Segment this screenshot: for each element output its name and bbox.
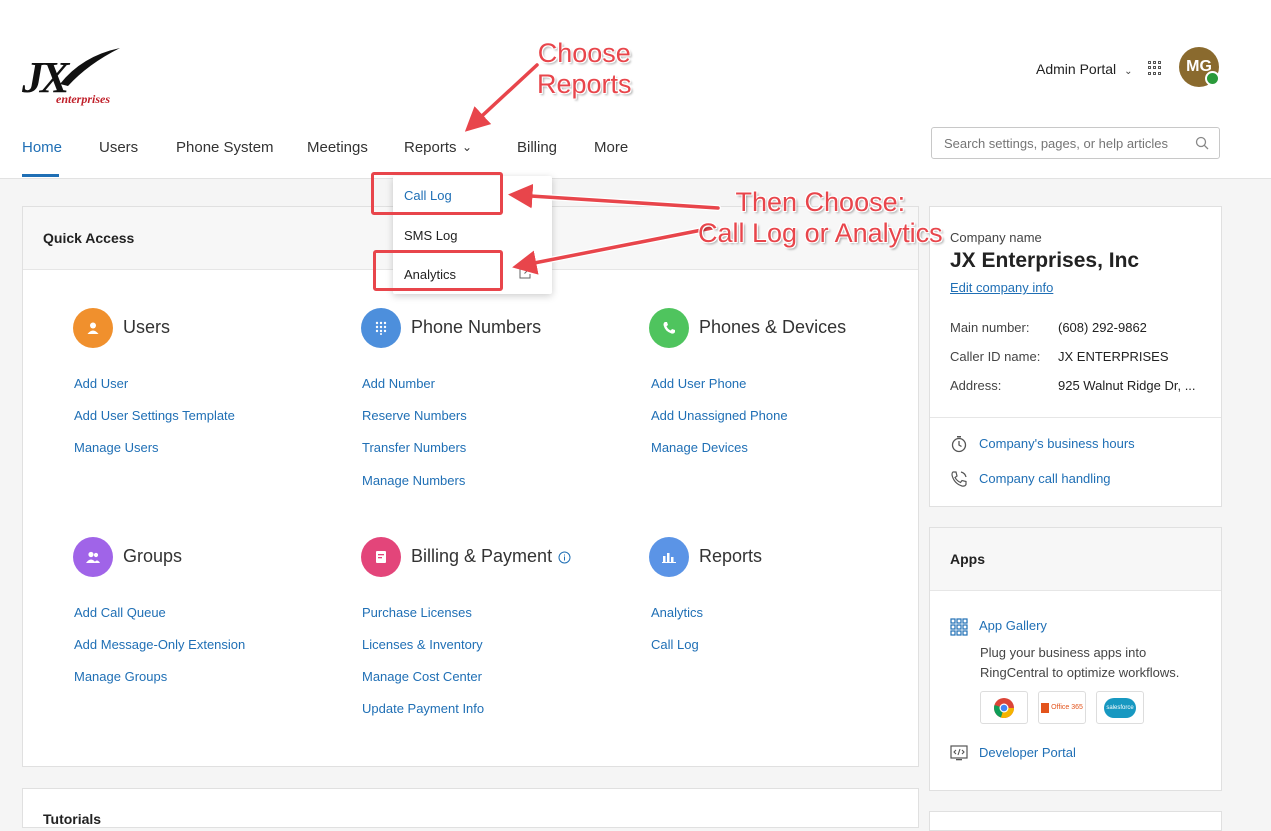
annotation-then-line2: Call Log or Analytics xyxy=(698,218,943,249)
company-card: Company name JX Enterprises, Inc Edit co… xyxy=(929,206,1222,507)
call-log-highlight-box xyxy=(371,172,503,215)
annotation-choose-reports: Choose Reports xyxy=(537,38,632,100)
link-add-call-queue[interactable]: Add Call Queue xyxy=(74,605,166,620)
link-update-payment-info[interactable]: Update Payment Info xyxy=(362,701,484,716)
annotation-then-choose: Then Choose: Call Log or Analytics xyxy=(698,187,943,249)
chevron-down-icon[interactable]: ⌄ xyxy=(462,140,472,154)
company-name: JX Enterprises, Inc xyxy=(950,249,1140,272)
company-name-label: Company name xyxy=(950,230,1042,245)
office365-tile-label: Office 365 xyxy=(1051,704,1083,711)
nav-users[interactable]: Users xyxy=(99,139,138,156)
link-transfer-numbers[interactable]: Transfer Numbers xyxy=(362,440,466,455)
call-handling-icon xyxy=(951,471,967,487)
apps-title: Apps xyxy=(950,551,985,567)
app-launcher-icon[interactable] xyxy=(1148,61,1162,75)
nav-meetings[interactable]: Meetings xyxy=(307,139,368,156)
link-purchase-licenses[interactable]: Purchase Licenses xyxy=(362,605,472,620)
developer-icon xyxy=(950,745,968,761)
phone-icon xyxy=(649,308,689,348)
online-status-icon xyxy=(1205,71,1220,86)
search-input[interactable] xyxy=(942,128,1186,158)
logo-subtext: enterprises xyxy=(56,92,110,106)
chrome-app-tile[interactable] xyxy=(980,691,1028,724)
link-add-user-settings-template[interactable]: Add User Settings Template xyxy=(74,408,235,423)
apps-description-line2: RingCentral to optimize workflows. xyxy=(980,665,1180,680)
apps-description-line1: Plug your business apps into xyxy=(980,645,1147,660)
nav-active-indicator xyxy=(22,174,59,177)
dialpad-icon xyxy=(361,308,401,348)
external-link-icon xyxy=(519,267,531,279)
quick-access-title: Quick Access xyxy=(43,230,135,246)
link-reserve-numbers[interactable]: Reserve Numbers xyxy=(362,408,467,423)
main-number-value: (608) 292-9862 xyxy=(1058,320,1147,335)
section-title-phone-numbers: Phone Numbers xyxy=(411,317,542,337)
developer-portal-link[interactable]: Developer Portal xyxy=(979,745,1076,760)
business-hours-link[interactable]: Company's business hours xyxy=(979,436,1135,451)
link-licenses-inventory[interactable]: Licenses & Inventory xyxy=(362,637,483,652)
admin-portal-label: Admin Portal xyxy=(1036,61,1117,77)
salesforce-icon: salesforce xyxy=(1104,697,1136,718)
annotation-then-line1: Then Choose: xyxy=(735,187,906,217)
user-icon xyxy=(73,308,113,348)
link-add-user-phone[interactable]: Add User Phone xyxy=(651,376,746,391)
link-analytics[interactable]: Analytics xyxy=(651,605,703,620)
nav-phone-system[interactable]: Phone System xyxy=(176,139,274,156)
tutorials-title: Tutorials xyxy=(43,811,102,827)
section-title-users: Users xyxy=(123,317,171,337)
annotation-choose-line1: Choose xyxy=(537,38,631,68)
section-title-reports: Reports xyxy=(699,546,763,566)
address-value: 925 Walnut Ridge Dr, ... xyxy=(1058,378,1196,393)
main-number-label: Main number: xyxy=(950,320,1030,335)
link-manage-cost-center[interactable]: Manage Cost Center xyxy=(362,669,482,684)
nav-home[interactable]: Home xyxy=(22,139,62,156)
link-manage-users[interactable]: Manage Users xyxy=(74,440,159,455)
apps-header: Apps xyxy=(930,528,1221,591)
tutorials-card: Tutorials xyxy=(22,788,919,828)
link-add-number[interactable]: Add Number xyxy=(362,376,435,391)
call-handling-link[interactable]: Company call handling xyxy=(979,471,1111,486)
divider xyxy=(930,417,1221,418)
menu-item-sms-log[interactable]: SMS Log xyxy=(404,228,457,243)
company-logo[interactable]: JX enterprises xyxy=(22,46,122,108)
office-icon xyxy=(1041,702,1050,713)
nav-reports[interactable]: Reports xyxy=(404,139,457,156)
link-add-message-only-extension[interactable]: Add Message-Only Extension xyxy=(74,637,245,652)
link-call-log[interactable]: Call Log xyxy=(651,637,699,652)
top-bar: JX enterprises Admin Portal ⌄ MG Home Use… xyxy=(0,0,1271,179)
avatar[interactable]: MG xyxy=(1179,47,1220,87)
link-manage-groups[interactable]: Manage Groups xyxy=(74,669,167,684)
app-gallery-link[interactable]: App Gallery xyxy=(979,618,1047,633)
address-label: Address: xyxy=(950,378,1002,393)
bar-chart-icon xyxy=(649,537,689,577)
link-add-unassigned-phone[interactable]: Add Unassigned Phone xyxy=(651,408,788,423)
section-title-billing-payment: Billing & Payment xyxy=(411,546,553,566)
office365-app-tile[interactable]: Office 365 xyxy=(1038,691,1086,724)
annotation-choose-line2: Reports xyxy=(537,69,632,100)
link-manage-numbers[interactable]: Manage Numbers xyxy=(362,473,465,488)
section-title-groups: Groups xyxy=(123,546,183,566)
link-manage-devices[interactable]: Manage Devices xyxy=(651,440,748,455)
section-title-phones-devices: Phones & Devices xyxy=(699,317,847,337)
chevron-down-icon: ⌄ xyxy=(1124,66,1133,77)
admin-portal-menu[interactable]: Admin Portal ⌄ xyxy=(1036,61,1133,77)
apps-card: Apps App Gallery Plug your business apps… xyxy=(929,527,1222,791)
analytics-highlight-box xyxy=(373,250,503,291)
edit-company-info-link[interactable]: Edit company info xyxy=(950,280,1053,295)
invoice-icon xyxy=(361,537,401,577)
bottom-card xyxy=(929,811,1222,831)
clock-icon xyxy=(951,436,967,453)
search-box[interactable] xyxy=(931,127,1220,159)
app-gallery-icon xyxy=(950,618,968,636)
group-icon xyxy=(73,537,113,577)
link-add-user[interactable]: Add User xyxy=(74,376,128,391)
nav-billing[interactable]: Billing xyxy=(517,139,557,156)
search-icon[interactable] xyxy=(1195,136,1209,150)
nav-more[interactable]: More xyxy=(594,139,628,156)
caller-id-value: JX ENTERPRISES xyxy=(1058,349,1169,364)
salesforce-app-tile[interactable]: salesforce xyxy=(1096,691,1144,724)
info-icon[interactable] xyxy=(558,551,571,564)
caller-id-label: Caller ID name: xyxy=(950,349,1041,364)
chrome-icon xyxy=(994,697,1014,718)
